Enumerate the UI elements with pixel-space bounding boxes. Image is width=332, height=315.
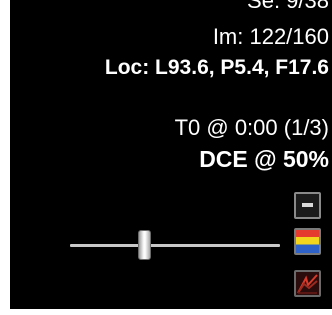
enhancement-curve-button[interactable] bbox=[294, 270, 321, 297]
slider-thumb[interactable] bbox=[137, 230, 151, 260]
image-counter: Im: 122/160 bbox=[212, 24, 329, 49]
dce-readout: DCE @ 50% bbox=[199, 146, 329, 172]
timepoint-readout: T0 @ 0:00 (1/3) bbox=[174, 115, 329, 140]
series-counter: Se: 9/38 bbox=[247, 0, 329, 13]
image-viewer[interactable]: Se: 9/38 Im: 122/160 Loc: L93.6, P5.4, F… bbox=[10, 0, 332, 309]
location-readout: Loc: L93.6, P5.4, F17.6 bbox=[104, 56, 329, 79]
timepoint-slider[interactable] bbox=[70, 230, 280, 260]
minimize-button[interactable] bbox=[294, 192, 321, 219]
enhancement-curve-icon bbox=[297, 274, 318, 294]
colormap-button[interactable] bbox=[294, 228, 321, 255]
slider-track[interactable] bbox=[70, 244, 280, 247]
minus-icon bbox=[302, 203, 313, 207]
